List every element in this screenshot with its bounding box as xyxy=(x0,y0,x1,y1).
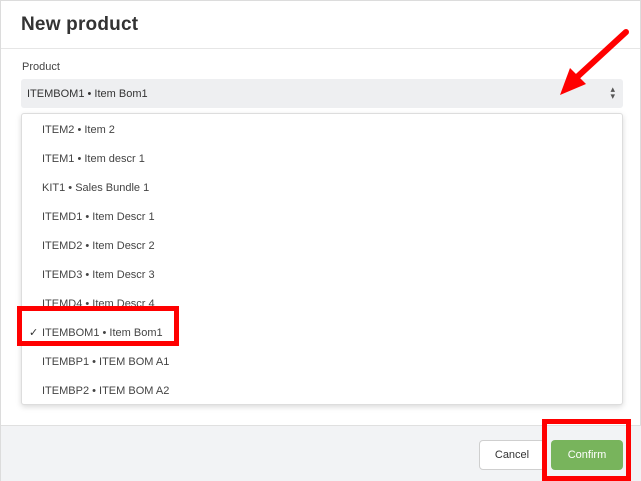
option-label: ITEMBP2 • ITEM BOM A2 xyxy=(42,384,170,397)
option-item[interactable]: ITEMBP2 • ITEM BOM A2 xyxy=(22,376,622,405)
option-item[interactable]: ITEMD1 • Item Descr 1 xyxy=(22,202,622,231)
red-arrow-icon xyxy=(560,29,629,95)
product-select-value: ITEMBOM1 • Item Bom1 xyxy=(27,87,148,100)
cancel-button[interactable]: Cancel xyxy=(479,440,545,470)
product-label: Product xyxy=(22,61,60,73)
option-label: ITEMBOM1 • Item Bom1 xyxy=(42,326,163,339)
option-item[interactable]: ITEM2 • Item 2 xyxy=(22,115,622,144)
option-item[interactable]: KIT1 • Sales Bundle 1 xyxy=(22,173,622,202)
option-item[interactable]: ITEMD3 • Item Descr 3 xyxy=(22,260,622,289)
option-label: ITEMD3 • Item Descr 3 xyxy=(42,268,155,281)
option-item[interactable]: ITEM1 • Item descr 1 xyxy=(22,144,622,173)
option-label: ITEMD2 • Item Descr 2 xyxy=(42,239,155,252)
option-label: ITEM2 • Item 2 xyxy=(42,123,115,136)
option-item[interactable]: ITEMBP1 • ITEM BOM A1 xyxy=(22,347,622,376)
option-label: ITEMD4 • Item Descr 4 xyxy=(42,297,155,310)
product-dropdown-list: ITEM2 • Item 2 ITEM1 • Item descr 1 KIT1 •… xyxy=(21,113,623,405)
option-item[interactable]: ITEMD4 • Item Descr 4 xyxy=(22,289,622,318)
check-icon: ✓ xyxy=(29,327,39,339)
option-label: KIT1 • Sales Bundle 1 xyxy=(42,181,150,194)
option-label: ITEMBP1 • ITEM BOM A1 xyxy=(42,355,170,368)
product-select[interactable]: ITEMBOM1 • Item Bom1 ▴ ▾ xyxy=(21,79,623,108)
option-label: ITEMD1 • Item Descr 1 xyxy=(42,210,155,223)
modal-title: New product xyxy=(21,13,139,35)
option-label: ITEM1 • Item descr 1 xyxy=(42,152,145,165)
confirm-button[interactable]: Confirm xyxy=(551,440,623,470)
option-item[interactable]: ITEMD2 • Item Descr 2 xyxy=(22,231,622,260)
modal-footer xyxy=(1,425,641,481)
option-item-selected[interactable]: ✓ ITEMBOM1 • Item Bom1 xyxy=(22,318,622,347)
